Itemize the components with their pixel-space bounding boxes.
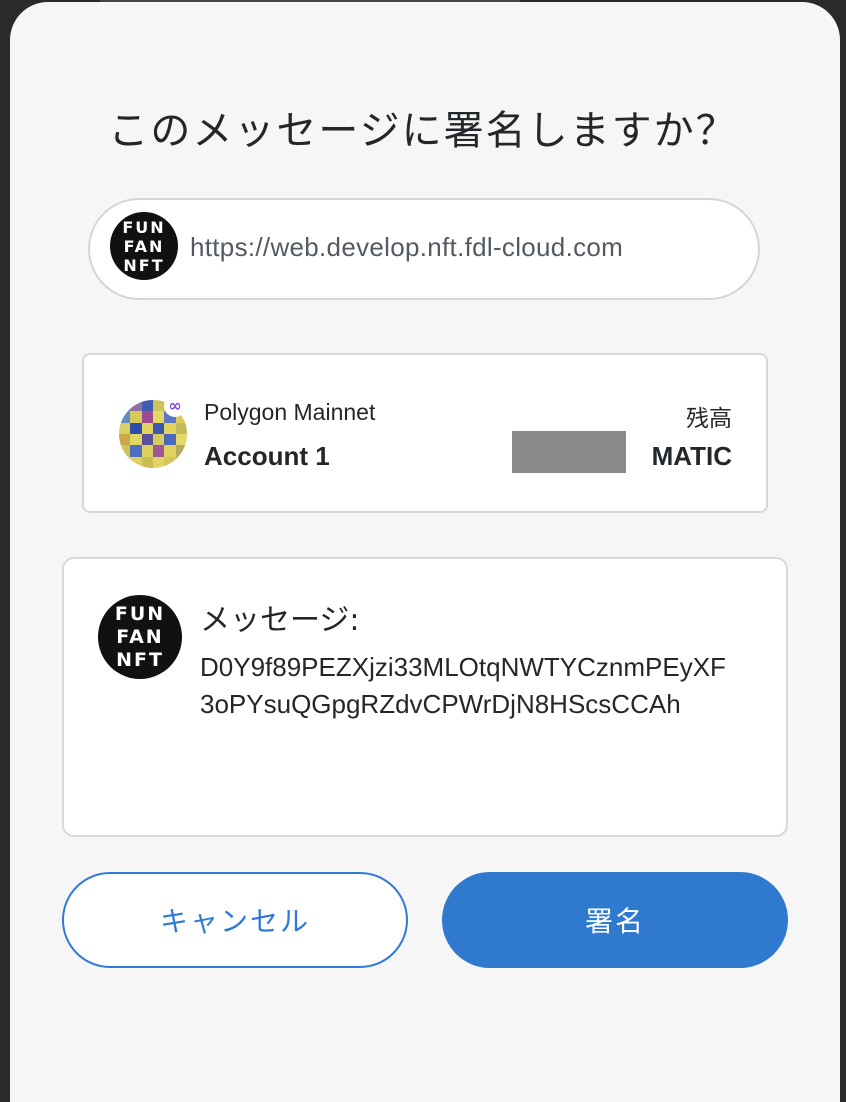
balance-unit: MATIC	[651, 441, 732, 471]
logo-line: NFT	[123, 255, 165, 275]
site-url: https://web.develop.nft.fdl-cloud.com	[190, 232, 624, 262]
site-logo-icon: FUN FAN NFT	[98, 595, 182, 679]
balance-label: 残高	[686, 406, 732, 432]
logo-line: FUN	[114, 602, 166, 625]
network-name: Polygon Mainnet	[204, 399, 376, 425]
logo-line: NFT	[116, 648, 164, 671]
site-origin-pill: FUN FAN NFT https://web.develop.nft.fdl-…	[88, 198, 760, 300]
cancel-button[interactable]: キャンセル	[62, 872, 408, 968]
site-logo-icon: FUN FAN NFT	[110, 212, 178, 280]
polygon-icon: ∞	[164, 395, 186, 417]
balance-redaction	[512, 431, 626, 473]
logo-line: FAN	[116, 625, 164, 648]
account-name: Account 1	[204, 441, 330, 471]
account-card: ∞ Polygon Mainnet Account 1 残高 MATIC	[82, 353, 768, 513]
message-card: FUN FAN NFT メッセージ: D0Y9f89PEZXjzi33MLOtq…	[62, 557, 788, 837]
logo-line: FUN	[122, 217, 166, 237]
logo-line: FAN	[123, 236, 165, 256]
sign-button[interactable]: 署名	[442, 872, 788, 968]
message-label: メッセージ:	[200, 603, 360, 638]
message-body: D0Y9f89PEZXjzi33MLOtqNWTYCznmPEyXF3oPYsu…	[200, 652, 726, 719]
dialog-title: このメッセージに署名しますか？	[108, 108, 738, 154]
